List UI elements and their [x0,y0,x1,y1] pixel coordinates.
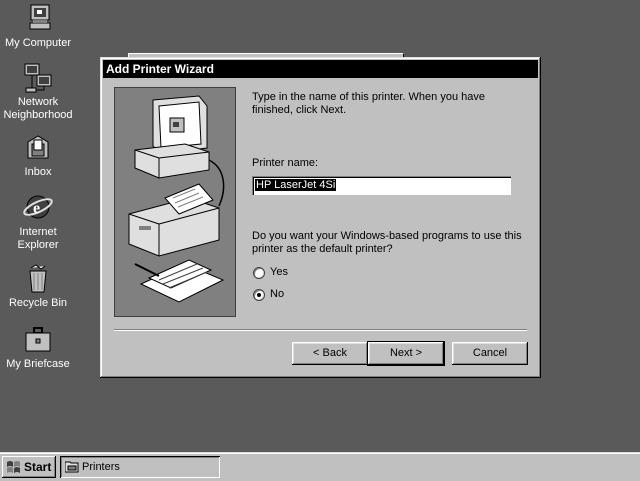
button-separator [114,329,527,331]
default-yes-label[interactable]: Yes [270,266,288,278]
start-label: Start [24,460,52,474]
default-no-label[interactable]: No [270,288,284,300]
dialog-title: Add Printer Wizard [106,62,214,76]
instructions-text: Type in the name of this printer. When y… [252,91,485,116]
network-neighborhood-icon [24,63,52,93]
desktop-icon-label: Internet Explorer [17,226,59,251]
desktop-icon-my-computer[interactable]: My Computer [0,3,76,50]
cancel-button[interactable]: Cancel [452,342,528,365]
start-button[interactable]: Start [2,456,56,478]
default-yes-radio[interactable] [253,267,265,279]
printer-name-label: Printer name: [252,157,319,169]
inbox-icon [27,135,49,159]
desktop-icon-inbox[interactable]: Inbox [0,132,76,179]
recycle-bin-icon [29,264,47,293]
internet-explorer-icon: e [23,195,53,219]
desktop-icon-label: Inbox [24,166,52,178]
dialog-title-bar[interactable]: Add Printer Wizard [103,60,538,78]
briefcase-icon [25,327,51,352]
desktop-icon-label: My Computer [4,37,72,49]
taskbar-item-printers[interactable]: Printers [60,456,220,478]
taskbar-item-label: Printers [82,461,120,473]
desktop-icon-recycle-bin[interactable]: Recycle Bin [0,263,76,310]
desktop-icon-label: Network Neighborhood [3,96,73,121]
default-no-radio[interactable] [253,289,265,301]
desktop-icon-internet-explorer[interactable]: e Internet Explorer [0,192,76,252]
desktop-icon-network-neighborhood[interactable]: Network Neighborhood [0,62,76,122]
wizard-illustration [114,87,236,317]
printers-folder-icon [65,461,79,473]
printer-computer-illustration-icon [128,95,225,303]
windows-logo-icon [7,461,20,473]
desktop-icon-label: My Briefcase [6,358,70,370]
desktop-icon-my-briefcase[interactable]: My Briefcase [0,324,76,371]
default-printer-question: Do you want your Windows-based programs … [252,230,522,255]
svg-text:e: e [33,200,40,217]
printer-name-value: HP LaserJet 4Si [255,179,337,191]
next-button[interactable]: Next > [367,341,445,366]
my-computer-icon [29,4,51,30]
add-printer-wizard-dialog: Add Printer Wizard Type in the name of t… [100,57,541,378]
taskbar: Start Printers [0,452,640,481]
printer-name-input[interactable]: HP LaserJet 4Si [252,176,511,195]
desktop-icon-label: Recycle Bin [8,297,68,309]
back-button[interactable]: < Back [292,342,368,365]
